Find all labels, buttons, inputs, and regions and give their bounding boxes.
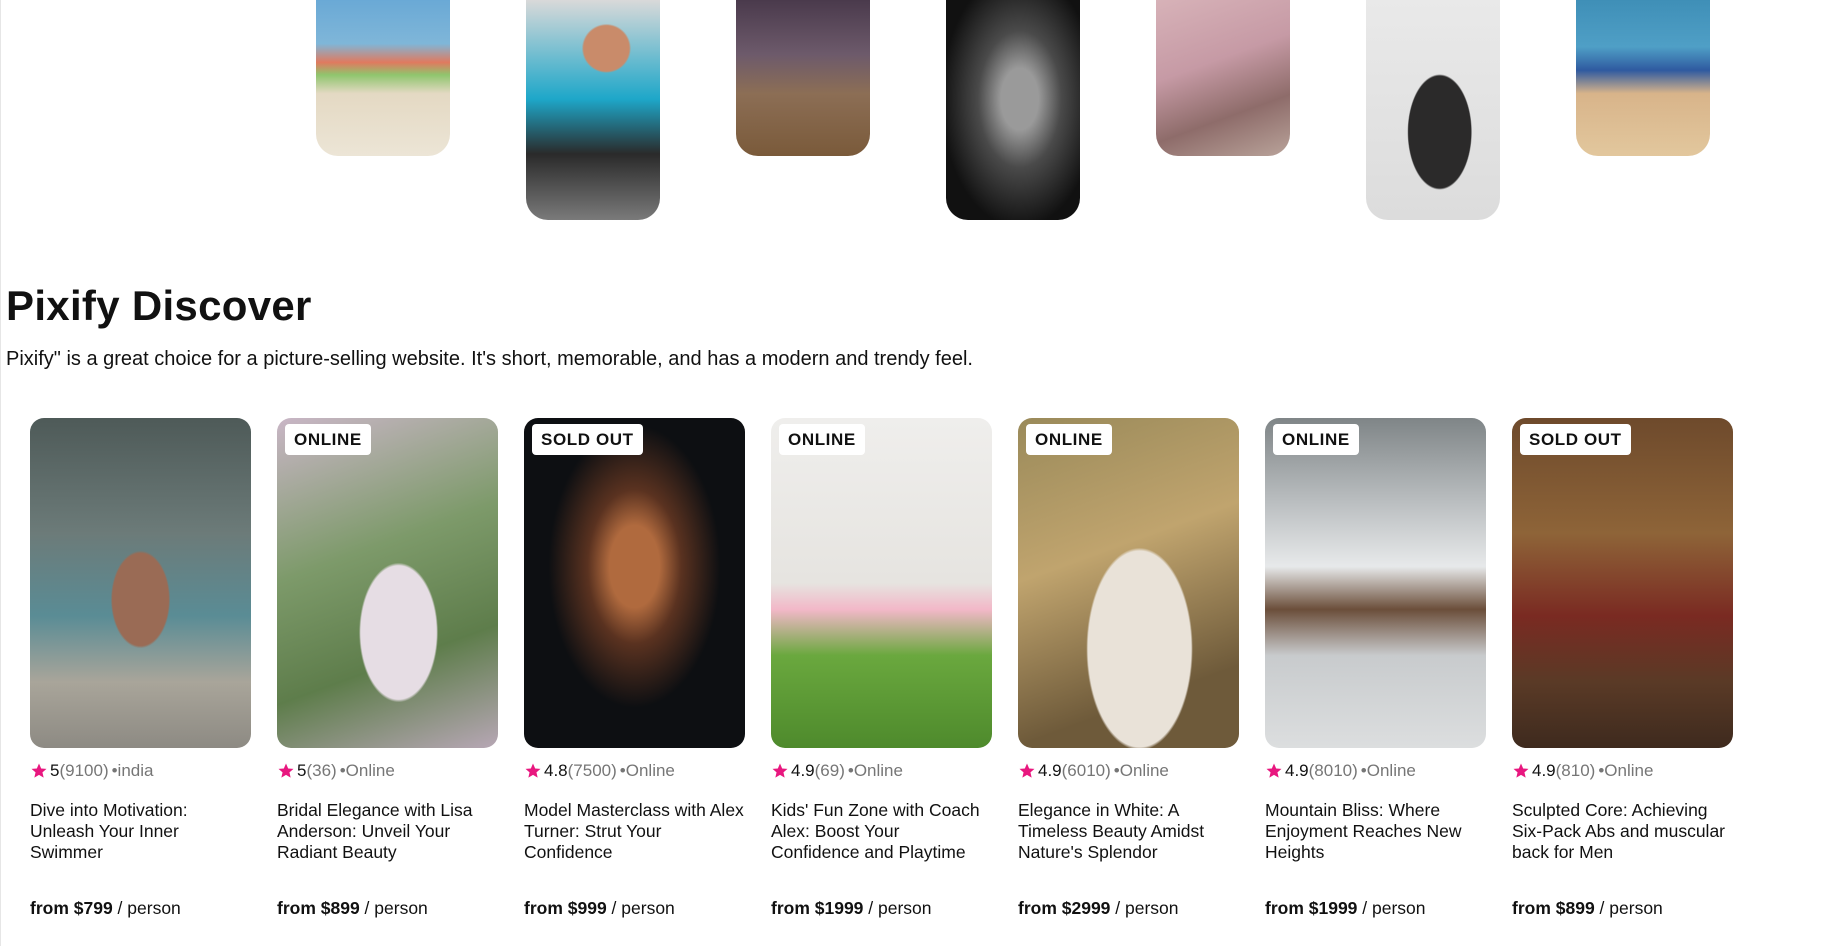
rating-value: 4.9: [791, 761, 815, 780]
price-amount: from $799: [30, 898, 113, 918]
section-title: Pixify Discover: [6, 282, 312, 329]
price-amount: from $2999: [1018, 898, 1111, 918]
price-amount: from $999: [524, 898, 607, 918]
rating-count: (69): [814, 761, 845, 780]
star-icon: [1019, 763, 1035, 778]
status-badge: ONLINE: [779, 424, 865, 455]
top-photo-3[interactable]: [736, 0, 870, 156]
card-location: •Online: [1360, 761, 1416, 780]
card-image[interactable]: SOLD OUT: [1512, 418, 1733, 748]
card-rating: 4.8 (7500) •Online: [524, 761, 675, 781]
top-photo-6[interactable]: [1366, 0, 1500, 220]
star-icon: [1266, 763, 1282, 778]
card-location: •india: [111, 761, 154, 780]
price-amount: from $899: [277, 898, 360, 918]
card-title[interactable]: Mountain Bliss: Where Enjoyment Reaches …: [1265, 800, 1486, 863]
card-rating: 5 (36) •Online: [277, 761, 395, 781]
card-image[interactable]: [30, 418, 251, 748]
rating-value: 4.9: [1038, 761, 1062, 780]
product-card[interactable]: SOLD OUT 4.9 (810) •Online Sculpted Core…: [1512, 418, 1733, 938]
star-icon: [31, 763, 47, 778]
card-location: •Online: [619, 761, 675, 780]
star-icon: [278, 763, 294, 778]
card-location: •Online: [1598, 761, 1654, 780]
status-badge: ONLINE: [1273, 424, 1359, 455]
product-card[interactable]: 5 (9100) •india Dive into Motivation: Un…: [30, 418, 251, 938]
card-image[interactable]: ONLINE: [277, 418, 498, 748]
rating-count: (6010): [1061, 761, 1111, 780]
star-icon: [1513, 763, 1529, 778]
section-description: Pixify" is a great choice for a picture-…: [6, 348, 973, 370]
product-card[interactable]: SOLD OUT 4.8 (7500) •Online Model Master…: [524, 418, 745, 938]
rating-value: 4.9: [1285, 761, 1309, 780]
card-rating: 4.9 (6010) •Online: [1018, 761, 1169, 781]
card-title[interactable]: Model Masterclass with Alex Turner: Stru…: [524, 800, 745, 863]
rating-count: (8010): [1308, 761, 1358, 780]
price-unit: / person: [112, 898, 181, 918]
price-unit: / person: [606, 898, 675, 918]
card-image[interactable]: ONLINE: [1265, 418, 1486, 748]
card-rating: 5 (9100) •india: [30, 761, 153, 781]
card-title[interactable]: Dive into Motivation: Unleash Your Inner…: [30, 800, 251, 863]
card-price: from $899 / person: [277, 898, 428, 919]
product-card[interactable]: ONLINE 5 (36) •Online Bridal Elegance wi…: [277, 418, 498, 938]
rating-value: 4.8: [544, 761, 568, 780]
card-price: from $1999 / person: [771, 898, 932, 919]
card-title[interactable]: Elegance in White: A Timeless Beauty Ami…: [1018, 800, 1239, 863]
card-rating: 4.9 (8010) •Online: [1265, 761, 1416, 781]
status-badge: SOLD OUT: [532, 424, 643, 455]
rating-count: (9100): [59, 761, 109, 780]
product-card[interactable]: ONLINE 4.9 (69) •Online Kids' Fun Zone w…: [771, 418, 992, 938]
top-photo-7[interactable]: [1576, 0, 1710, 156]
star-icon: [772, 763, 788, 778]
price-unit: / person: [1594, 898, 1663, 918]
top-photo-2[interactable]: [526, 0, 660, 220]
price-amount: from $899: [1512, 898, 1595, 918]
star-icon: [525, 763, 541, 778]
price-unit: / person: [1110, 898, 1179, 918]
rating-value: 4.9: [1532, 761, 1556, 780]
status-badge: SOLD OUT: [1520, 424, 1631, 455]
card-price: from $899 / person: [1512, 898, 1663, 919]
card-grid: 5 (9100) •india Dive into Motivation: Un…: [30, 418, 1740, 938]
card-title[interactable]: Sculpted Core: Achieving Six-Pack Abs an…: [1512, 800, 1733, 863]
card-image[interactable]: SOLD OUT: [524, 418, 745, 748]
card-location: •Online: [1113, 761, 1169, 780]
rating-count: (36): [306, 761, 337, 780]
status-badge: ONLINE: [285, 424, 371, 455]
card-price: from $2999 / person: [1018, 898, 1179, 919]
card-price: from $799 / person: [30, 898, 181, 919]
status-badge: ONLINE: [1026, 424, 1112, 455]
top-photo-strip: [0, 0, 1840, 230]
price-amount: from $1999: [1265, 898, 1358, 918]
price-unit: / person: [359, 898, 428, 918]
top-photo-4[interactable]: [946, 0, 1080, 220]
rating-value: 5: [297, 761, 307, 780]
card-price: from $1999 / person: [1265, 898, 1426, 919]
product-card[interactable]: ONLINE 4.9 (6010) •Online Elegance in Wh…: [1018, 418, 1239, 938]
top-photo-1[interactable]: [316, 0, 450, 156]
product-card[interactable]: ONLINE 4.9 (8010) •Online Mountain Bliss…: [1265, 418, 1486, 938]
card-image[interactable]: ONLINE: [771, 418, 992, 748]
price-unit: / person: [863, 898, 932, 918]
top-photo-5[interactable]: [1156, 0, 1290, 156]
rating-count: (810): [1555, 761, 1596, 780]
card-price: from $999 / person: [524, 898, 675, 919]
rating-count: (7500): [567, 761, 617, 780]
rating-value: 5: [50, 761, 60, 780]
price-amount: from $1999: [771, 898, 864, 918]
card-title[interactable]: Kids' Fun Zone with Coach Alex: Boost Yo…: [771, 800, 992, 863]
price-unit: / person: [1357, 898, 1426, 918]
card-image[interactable]: ONLINE: [1018, 418, 1239, 748]
card-location: •Online: [339, 761, 395, 780]
card-title[interactable]: Bridal Elegance with Lisa Anderson: Unve…: [277, 800, 498, 863]
card-rating: 4.9 (69) •Online: [771, 761, 903, 781]
card-rating: 4.9 (810) •Online: [1512, 761, 1653, 781]
card-location: •Online: [847, 761, 903, 780]
